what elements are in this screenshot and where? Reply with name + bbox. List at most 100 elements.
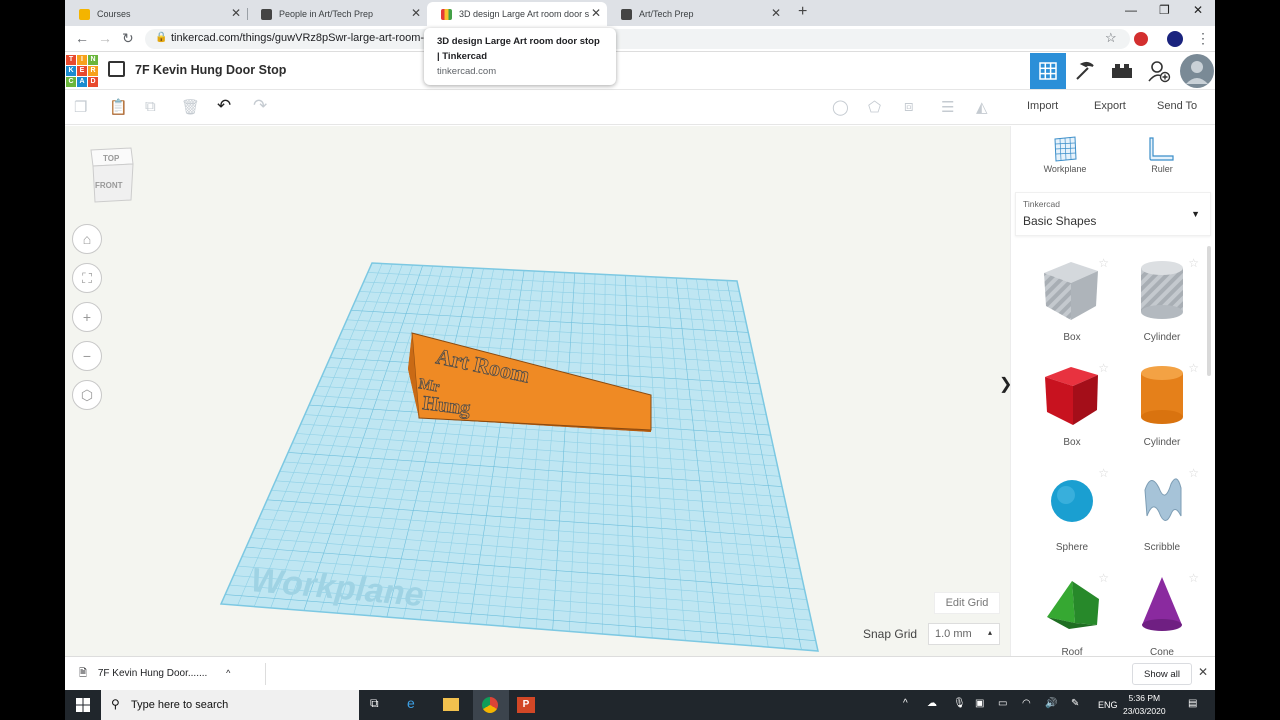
shape-sphere[interactable]: Sphere ☆: [1027, 464, 1117, 569]
shape-cone[interactable]: Cone ☆: [1117, 569, 1207, 656]
shape-library-dropdown[interactable]: Tinkercad Basic Shapes ▼: [1015, 192, 1211, 236]
shape-scribble[interactable]: Scribble ☆: [1117, 464, 1207, 569]
duplicate-icon[interactable]: ⧉: [145, 98, 163, 116]
new-tab-icon[interactable]: +: [798, 3, 807, 21]
more-menu-icon[interactable]: ⋮: [1196, 30, 1210, 47]
bookmark-star-icon[interactable]: ☆: [1105, 30, 1117, 46]
language-indicator[interactable]: ENG: [1098, 700, 1118, 710]
powerpoint-icon[interactable]: P: [517, 697, 535, 713]
windows-start-icon[interactable]: [76, 698, 90, 712]
shape-box[interactable]: Box ☆: [1027, 359, 1117, 464]
tab-people[interactable]: People in Art/Tech Prep ✕: [247, 2, 428, 26]
tray-expand-icon[interactable]: ^: [903, 698, 908, 709]
close-tab-icon[interactable]: ✕: [591, 6, 601, 20]
chevron-up-icon[interactable]: ^: [226, 668, 230, 678]
notifications-icon[interactable]: ▤: [1188, 698, 1197, 709]
reload-icon[interactable]: ↻: [122, 30, 134, 47]
battery-icon[interactable]: ▭: [998, 698, 1007, 709]
avatar-icon: [1180, 54, 1214, 88]
shape-cylinder-hole[interactable]: Cylinder ☆: [1117, 254, 1207, 359]
volume-icon[interactable]: 🔊: [1045, 698, 1057, 709]
clock[interactable]: 5:36 PM 23/03/2020: [1123, 692, 1166, 718]
taskbar-search[interactable]: ⚲ Type here to search: [101, 690, 359, 720]
wifi-icon[interactable]: ◠: [1022, 698, 1031, 709]
export-button[interactable]: Export: [1094, 100, 1126, 112]
favorite-star-icon[interactable]: ☆: [1098, 466, 1109, 480]
profile-avatar-icon[interactable]: [1167, 31, 1183, 47]
close-tab-icon[interactable]: ✕: [771, 6, 781, 20]
tab-label: Art/Tech Prep: [639, 9, 694, 19]
onedrive-icon[interactable]: ☁: [927, 698, 937, 709]
cube-outline-icon: ⬡: [80, 386, 94, 403]
perspective-button[interactable]: ⬡: [72, 380, 102, 410]
tab-tinkercad[interactable]: 3D design Large Art room door stop | Tin…: [427, 2, 607, 26]
back-icon[interactable]: ←: [75, 30, 89, 46]
file-explorer-icon[interactable]: [443, 698, 459, 711]
tab-courses[interactable]: Courses ✕: [65, 2, 248, 26]
group-icon[interactable]: ⧈: [904, 98, 922, 116]
tinkercad-logo[interactable]: T I N K E R C A D: [66, 55, 98, 87]
omnibox[interactable]: 🔒 tinkercad.com/things/guwVRz8pSwr-large…: [145, 29, 1130, 49]
workplane-tool[interactable]: Workplane: [1030, 136, 1100, 174]
downloads-bar: 🗎 7F Kevin Hung Door....... ^ Show all ✕: [65, 656, 1215, 690]
favorite-star-icon[interactable]: ☆: [1188, 466, 1199, 480]
maximize-icon[interactable]: ❐: [1159, 3, 1170, 17]
favorite-star-icon[interactable]: ☆: [1188, 361, 1199, 375]
close-tab-icon[interactable]: ✕: [411, 6, 421, 20]
close-downloads-icon[interactable]: ✕: [1198, 665, 1208, 679]
edit-grid-button[interactable]: Edit Grid: [934, 592, 1000, 614]
import-button[interactable]: Import: [1027, 100, 1058, 112]
lightbulb-icon[interactable]: ◯: [832, 98, 850, 116]
panel-scrollbar[interactable]: [1207, 246, 1211, 376]
shape-roof[interactable]: Roof ☆: [1027, 569, 1117, 656]
close-tab-icon[interactable]: ✕: [231, 6, 241, 20]
snap-grid-select[interactable]: 1.0 mm ▴: [928, 623, 1000, 645]
codeblocks-button[interactable]: [1067, 53, 1103, 89]
minimize-icon[interactable]: —: [1125, 3, 1137, 17]
zoom-in-button[interactable]: +: [72, 302, 102, 332]
favorite-star-icon[interactable]: ☆: [1188, 571, 1199, 585]
tab-art-tech-prep[interactable]: Art/Tech Prep ✕: [607, 2, 787, 26]
fit-view-icon: ⛶: [82, 269, 92, 286]
download-item[interactable]: 🗎 7F Kevin Hung Door....... ^: [79, 666, 230, 683]
undo-icon[interactable]: ↶: [217, 96, 235, 115]
favorite-star-icon[interactable]: ☆: [1188, 256, 1199, 270]
task-view-icon[interactable]: ⧉: [370, 696, 379, 711]
collapse-panel-icon[interactable]: ❯: [999, 374, 1010, 394]
favorite-star-icon[interactable]: ☆: [1098, 571, 1109, 585]
workplane-canvas[interactable]: Workplane Art Room Mr Hung: [65, 126, 1010, 656]
zoom-out-button[interactable]: −: [72, 341, 102, 371]
home-view-button[interactable]: ⌂: [72, 224, 102, 254]
edge-icon[interactable]: e: [407, 695, 415, 711]
shape-cylinder[interactable]: Cylinder ☆: [1117, 359, 1207, 464]
copy-icon[interactable]: ❐: [74, 98, 92, 116]
3d-view-button[interactable]: [1030, 53, 1066, 89]
user-avatar[interactable]: [1179, 53, 1215, 89]
fit-view-button[interactable]: ⛶: [72, 263, 102, 293]
display-icon[interactable]: ▣: [975, 698, 984, 709]
design-menu-icon[interactable]: [108, 61, 125, 77]
favorite-star-icon[interactable]: ☆: [1098, 361, 1109, 375]
paste-icon[interactable]: 📋: [109, 98, 128, 116]
3d-workspace[interactable]: Workplane Art Room Mr Hung TOP FRONT ⌂ ⛶…: [65, 126, 1010, 656]
redo-icon[interactable]: ↷: [253, 96, 271, 115]
bricks-button[interactable]: [1104, 53, 1140, 89]
pen-icon[interactable]: ✎: [1071, 698, 1079, 709]
mirror-icon[interactable]: ◭: [976, 98, 994, 116]
delete-icon[interactable]: 🗑: [181, 98, 200, 116]
favorite-star-icon[interactable]: ☆: [1098, 256, 1109, 270]
invite-user-button[interactable]: [1141, 53, 1177, 89]
microphone-icon[interactable]: 🎙: [953, 698, 966, 709]
adblock-icon[interactable]: [1134, 32, 1148, 46]
align-icon[interactable]: ☰: [941, 98, 959, 116]
close-window-icon[interactable]: ✕: [1193, 3, 1203, 17]
chrome-taskbar-button[interactable]: [473, 690, 509, 720]
note-icon[interactable]: ⬠: [868, 98, 886, 116]
design-title[interactable]: 7F Kevin Hung Door Stop: [135, 63, 286, 77]
forward-icon[interactable]: →: [98, 30, 112, 46]
view-cube[interactable]: TOP FRONT: [87, 144, 135, 204]
send-to-button[interactable]: Send To: [1157, 100, 1197, 112]
shape-box-hole[interactable]: Box ☆: [1027, 254, 1117, 359]
ruler-tool[interactable]: Ruler: [1127, 136, 1197, 174]
show-all-button[interactable]: Show all: [1132, 663, 1192, 685]
